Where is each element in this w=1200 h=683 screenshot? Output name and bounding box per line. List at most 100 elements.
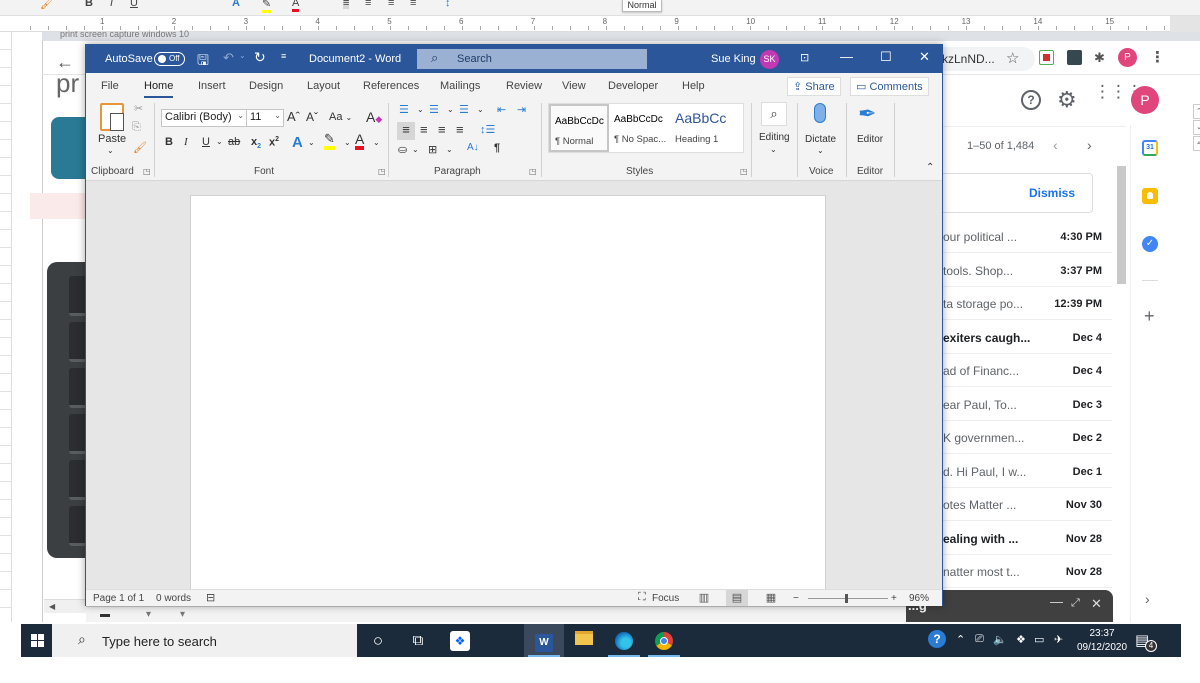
chevron-down-icon[interactable]: ⌄ <box>344 138 351 147</box>
mail-row[interactable]: ealing with ... Nov 28 <box>940 522 1112 555</box>
mail-row[interactable]: ear Paul, To... Dec 3 <box>940 388 1112 421</box>
dictate-button[interactable]: Dictate <box>805 134 836 145</box>
word-search-box[interactable]: ⌕ Search <box>417 49 647 69</box>
autosave-toggle[interactable]: Off <box>154 52 185 66</box>
mail-row[interactable]: ad of Financ... Dec 4 <box>940 354 1112 387</box>
mail-row[interactable]: tools. Shop... 3:37 PM <box>940 254 1112 287</box>
tab-review[interactable]: Review <box>506 80 542 92</box>
font-color-button[interactable]: A <box>355 132 365 150</box>
cortana-icon[interactable]: ○ <box>358 624 398 657</box>
apps-grid-icon[interactable]: ⋮⋮⋮ <box>1094 83 1143 100</box>
zoom-level[interactable]: 96% <box>909 593 929 604</box>
tab-design[interactable]: Design <box>249 80 283 92</box>
compose-close-icon[interactable]: ✕ <box>1091 596 1102 612</box>
page-indicator[interactable]: Page 1 of 1 <box>93 593 144 604</box>
paste-icon[interactable] <box>100 103 124 131</box>
zoom-in-button[interactable]: + <box>891 593 897 604</box>
maximize-icon[interactable]: ☐ <box>880 49 892 65</box>
extension-icon[interactable] <box>1067 50 1082 65</box>
gmail-account-avatar[interactable]: P <box>1131 86 1159 114</box>
microphone-icon[interactable] <box>814 103 826 123</box>
center-button[interactable]: ≡ <box>420 122 428 137</box>
share-button[interactable]: ⇪ Share <box>787 77 841 96</box>
chevron-down-icon[interactable]: ⌄ <box>770 145 777 154</box>
battery-icon[interactable]: ▭ <box>1034 633 1044 646</box>
shrink-font-icon[interactable]: Aˇ <box>306 110 318 124</box>
change-case-button[interactable]: Aa ⌄ <box>329 111 352 123</box>
help-tray-icon[interactable]: ? <box>928 630 946 648</box>
tab-mailings[interactable]: Mailings <box>440 80 480 92</box>
comments-button[interactable]: ▭ Comments <box>850 77 929 96</box>
bookmark-star-icon[interactable]: ☆ <box>1006 49 1019 67</box>
tab-layout[interactable]: Layout <box>307 80 340 92</box>
zoom-slider-thumb[interactable] <box>845 594 849 603</box>
tab-view[interactable]: View <box>562 80 586 92</box>
chevron-down-icon[interactable]: ⌄ <box>308 138 315 147</box>
strikethrough-button[interactable]: ab <box>228 136 240 148</box>
dismiss-button[interactable]: Dismiss <box>1029 186 1075 200</box>
tab-help[interactable]: Help <box>682 80 705 92</box>
mail-row[interactable]: otes Matter ... Nov 30 <box>940 488 1112 521</box>
save-icon[interactable]: 🖫 <box>197 50 209 74</box>
focus-icon[interactable]: ⛶ <box>638 591 646 604</box>
decrease-indent-icon[interactable]: ⇤ <box>497 103 506 116</box>
extension-icon[interactable] <box>1039 50 1054 65</box>
word-taskbar-icon[interactable]: W <box>524 624 564 657</box>
underline-button[interactable]: U <box>202 136 210 148</box>
collapse-ribbon-icon[interactable]: ⌃ <box>926 162 934 173</box>
mail-row[interactable]: K governmen... Dec 2 <box>940 421 1112 454</box>
show-hidden-icons[interactable]: ⌃ <box>956 633 965 646</box>
gallery-scroll-up[interactable]: ⌃ <box>1193 104 1200 119</box>
focus-button[interactable]: Focus <box>652 593 679 604</box>
paste-button[interactable]: Paste <box>98 133 126 145</box>
zoom-out-button[interactable]: − <box>793 593 799 604</box>
copy-icon[interactable]: ⎘ <box>132 121 141 134</box>
font-size-combo[interactable]: 11 ⌄ <box>246 109 284 127</box>
chevron-down-icon[interactable]: ⌄ <box>477 105 484 114</box>
tab-developer[interactable]: Developer <box>608 80 658 92</box>
dropbox-tray-icon[interactable]: ❖ <box>1016 633 1026 646</box>
gallery-scroll-down[interactable]: ⌄ <box>1193 120 1200 135</box>
document-page[interactable] <box>190 195 826 589</box>
web-layout-button[interactable]: ▦ <box>760 590 782 606</box>
format-painter-icon[interactable]: 🖌 <box>133 141 147 154</box>
bold-button[interactable]: B <box>165 136 173 148</box>
newer-page-icon[interactable]: › <box>1087 137 1092 153</box>
subscript-button[interactable]: x2 <box>251 136 261 150</box>
accessibility-icon[interactable]: ⊟ <box>206 591 215 604</box>
chrome-menu-icon[interactable]: ⋮ <box>1150 48 1165 66</box>
word-count[interactable]: 0 words <box>156 593 191 604</box>
mail-scrollbar-thumb[interactable] <box>1117 166 1126 284</box>
tab-references[interactable]: References <box>363 80 419 92</box>
start-button[interactable] <box>21 624 52 657</box>
tab-home[interactable]: Home <box>144 80 174 98</box>
clipboard-launcher-icon[interactable]: ◳ <box>143 167 151 176</box>
minimize-icon[interactable]: — <box>840 49 853 64</box>
chevron-down-icon[interactable]: ⌄ <box>446 145 453 154</box>
mail-row[interactable]: natter most t... Nov 28 <box>940 555 1112 588</box>
chevron-down-icon[interactable]: ⌄ <box>373 138 380 147</box>
airplane-mode-icon[interactable]: ✈ <box>1054 633 1063 646</box>
user-avatar[interactable]: SK <box>760 50 779 69</box>
gallery-more[interactable]: ⩡ <box>1193 136 1200 151</box>
paste-dropdown-icon[interactable]: ⌄ <box>107 146 114 155</box>
task-view-icon[interactable]: ⧉ <box>398 624 438 657</box>
edge-icon[interactable] <box>604 624 644 657</box>
style-no-spacing[interactable]: AaBbCcDc ¶ No Spac... <box>610 104 670 152</box>
text-effects-button[interactable]: A <box>292 134 303 151</box>
editor-pen-icon[interactable]: ✒ <box>858 101 876 127</box>
keep-icon[interactable] <box>1142 188 1158 204</box>
compose-expand-icon[interactable]: ⤢ <box>1071 597 1080 610</box>
close-icon[interactable]: ✕ <box>919 49 930 65</box>
address-bar-url[interactable]: kzLnND... <box>942 52 995 66</box>
add-addon-icon[interactable]: + <box>1144 306 1155 327</box>
chevron-down-icon[interactable]: ⌄ <box>447 105 454 114</box>
numbering-icon[interactable]: ☰ <box>429 103 439 116</box>
mail-row[interactable]: exiters caugh... Dec 4 <box>940 321 1112 354</box>
align-right-button[interactable]: ≡ <box>438 122 446 137</box>
font-name-combo[interactable]: Calibri (Body) ⌄ <box>161 109 247 127</box>
chrome-taskbar-icon[interactable] <box>644 624 684 657</box>
extensions-puzzle-icon[interactable]: ✱ <box>1094 50 1109 65</box>
superscript-button[interactable]: x2 <box>269 136 279 149</box>
tab-insert[interactable]: Insert <box>198 80 226 92</box>
